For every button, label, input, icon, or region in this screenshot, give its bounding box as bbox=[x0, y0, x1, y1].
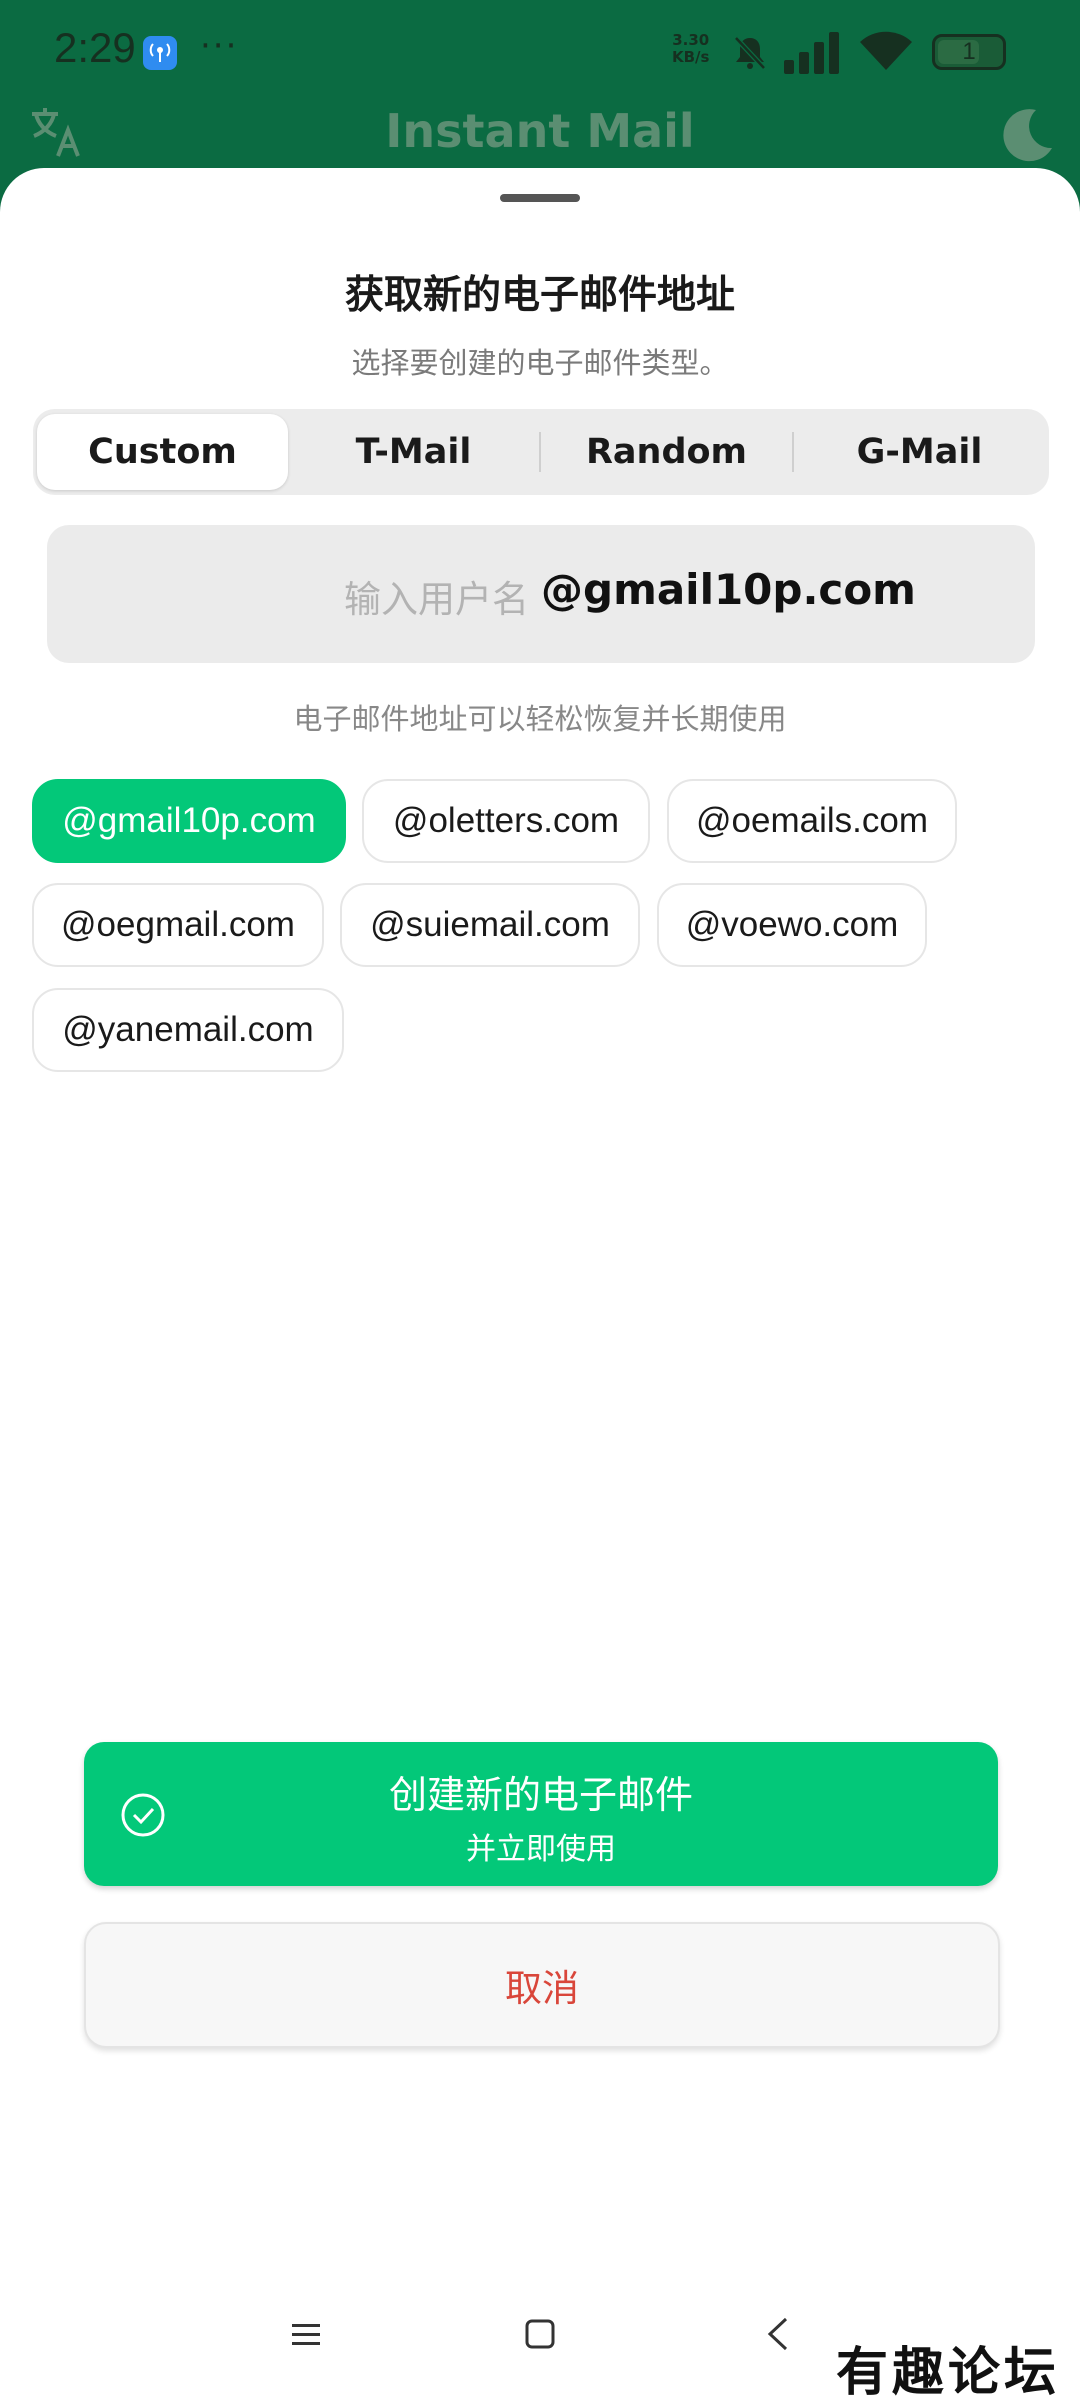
bottom-sheet: 获取新的电子邮件地址 选择要创建的电子邮件类型。 Custom T-Mail R… bbox=[0, 168, 1080, 2400]
status-time: 2:29 bbox=[54, 24, 136, 71]
cancel-button[interactable]: 取消 bbox=[84, 1922, 1000, 2048]
home-icon[interactable] bbox=[524, 2318, 556, 2350]
wifi-icon bbox=[860, 31, 912, 70]
tab-random[interactable]: Random bbox=[541, 414, 792, 490]
app-title: Instant Mail bbox=[385, 104, 695, 158]
battery-icon: 1 bbox=[932, 34, 1006, 70]
domain-chip[interactable]: @voewo.com bbox=[657, 883, 927, 967]
back-icon[interactable] bbox=[764, 2316, 792, 2352]
create-button-label: 创建新的电子邮件 bbox=[388, 1773, 693, 1817]
moon-icon[interactable] bbox=[996, 104, 1056, 164]
username-placeholder[interactable]: 输入用户名 bbox=[344, 569, 529, 623]
tab-g-mail[interactable]: G-Mail bbox=[794, 414, 1045, 490]
domain-suffix: @gmail10p.com bbox=[541, 565, 916, 614]
username-input[interactable]: 输入用户名 @gmail10p.com bbox=[47, 525, 1035, 663]
drag-handle[interactable] bbox=[500, 194, 580, 202]
mute-bell-icon bbox=[734, 36, 766, 70]
domain-chip[interactable]: @yanemail.com bbox=[32, 988, 344, 1072]
net-speed: 3.30 KB/s bbox=[672, 32, 709, 66]
status-bar: 2:29 ··· 3.30 KB/s 1 bbox=[0, 0, 1080, 104]
signal-icon bbox=[784, 32, 839, 74]
net-speed-unit: KB/s bbox=[672, 48, 710, 66]
tab-custom[interactable]: Custom bbox=[37, 414, 288, 490]
sheet-title: 获取新的电子邮件地址 bbox=[344, 273, 735, 318]
hint-text: 电子邮件地址可以轻松恢复并长期使用 bbox=[293, 702, 787, 736]
domain-chip[interactable]: @oemails.com bbox=[667, 779, 957, 863]
email-type-tabs: Custom T-Mail Random G-Mail bbox=[33, 409, 1049, 495]
create-button-sublabel: 并立即使用 bbox=[466, 1832, 616, 1867]
battery-level: 1 bbox=[962, 38, 976, 65]
domain-chip[interactable]: @suiemail.com bbox=[340, 883, 640, 967]
sheet-subtitle: 选择要创建的电子邮件类型。 bbox=[351, 346, 729, 380]
domain-chip[interactable]: @oletters.com bbox=[362, 779, 650, 863]
net-speed-value: 3.30 bbox=[672, 31, 710, 49]
domain-chip[interactable]: @oegmail.com bbox=[32, 883, 324, 967]
overflow-dots-icon: ··· bbox=[200, 26, 239, 66]
hotspot-icon bbox=[143, 36, 177, 70]
watermark: 有趣论坛 bbox=[836, 2342, 1061, 2400]
tab-t-mail[interactable]: T-Mail bbox=[288, 414, 539, 490]
menu-icon[interactable] bbox=[290, 2318, 322, 2350]
domain-chip[interactable]: @gmail10p.com bbox=[32, 779, 346, 863]
create-email-button[interactable]: 创建新的电子邮件 并立即使用 bbox=[84, 1742, 998, 1886]
